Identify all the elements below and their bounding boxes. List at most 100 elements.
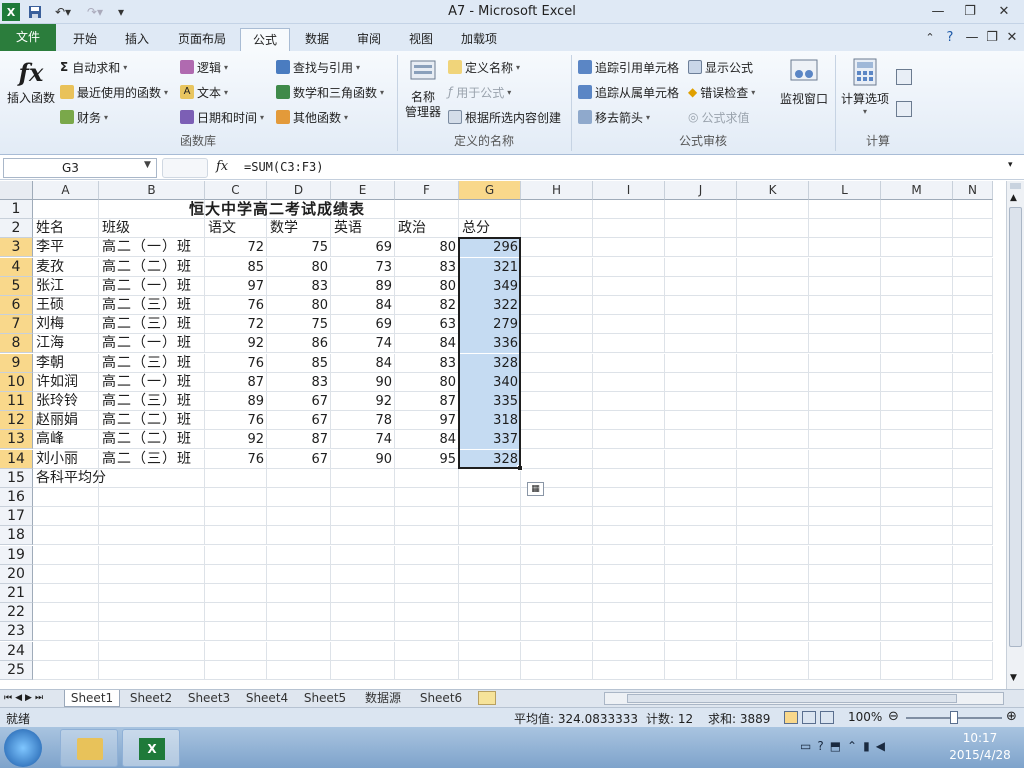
row-header-13[interactable]: 13 [0, 430, 33, 450]
tab-formulas[interactable]: 公式 [240, 28, 290, 51]
cell-d24[interactable] [267, 641, 331, 661]
calculate-sheet-icon[interactable] [896, 101, 912, 117]
autosum-button[interactable]: Σ 自动求和 ▾ [60, 57, 127, 77]
header-cell-b[interactable]: 班级 [99, 219, 205, 238]
cell-h24[interactable] [521, 641, 593, 661]
name-manager-button[interactable]: 名称 管理器 [402, 57, 444, 127]
cell-e19[interactable] [331, 545, 395, 565]
cell-c8[interactable]: 92 [205, 334, 267, 353]
cell-f25[interactable] [395, 660, 459, 680]
header-cell-a[interactable]: 姓名 [33, 219, 99, 238]
cell-j15[interactable] [665, 468, 737, 488]
page-layout-view-icon[interactable] [802, 711, 816, 724]
cell-c25[interactable] [205, 660, 267, 680]
cell-k8[interactable] [737, 334, 809, 354]
cell-b21[interactable] [99, 584, 205, 603]
cell-b7[interactable]: 高二（三）班 [99, 315, 205, 334]
scroll-thumb[interactable] [1009, 207, 1022, 647]
lookup-button[interactable]: 查找与引用 ▾ [276, 57, 360, 77]
cell-m6[interactable] [881, 296, 953, 315]
calculate-now-icon[interactable] [896, 69, 912, 85]
cell-b25[interactable] [99, 660, 205, 680]
cell-d12[interactable]: 67 [267, 411, 331, 430]
cell-e8[interactable]: 74 [331, 334, 395, 353]
cell-l2[interactable] [809, 219, 881, 239]
cell-b10[interactable]: 高二（一）班 [99, 373, 205, 392]
recent-functions-button[interactable]: 最近使用的函数 ▾ [60, 82, 168, 102]
header-cell-c[interactable]: 语文 [205, 219, 267, 238]
cell-d15[interactable] [267, 468, 331, 488]
cell-h18[interactable] [521, 526, 593, 546]
cell-e5[interactable]: 89 [331, 277, 395, 296]
cell-f15[interactable] [395, 468, 459, 488]
show-formulas-button[interactable]: 显示公式 [688, 57, 753, 77]
cell-n14[interactable] [953, 449, 993, 469]
cell-i22[interactable] [593, 603, 665, 623]
cell-a11[interactable]: 张玲铃 [33, 392, 99, 411]
cell-b16[interactable] [99, 488, 205, 507]
cell-i8[interactable] [593, 334, 665, 354]
cell-d16[interactable] [267, 488, 331, 507]
cell-j8[interactable] [665, 334, 737, 354]
cell-b8[interactable]: 高二（一）班 [99, 334, 205, 353]
column-header-c[interactable]: C [205, 181, 267, 200]
cell-n25[interactable] [953, 660, 993, 680]
cell-c4[interactable]: 85 [205, 258, 267, 277]
cell-l10[interactable] [809, 372, 881, 392]
cell-d11[interactable]: 67 [267, 392, 331, 411]
clock-date[interactable]: 2015/4/28 [940, 748, 1020, 762]
cell-k1[interactable] [737, 200, 809, 219]
cell-m15[interactable] [881, 468, 953, 488]
cell-k6[interactable] [737, 296, 809, 315]
cell-h3[interactable] [521, 238, 593, 258]
zoom-in-icon[interactable]: ⊕ [1006, 709, 1017, 724]
cell-l19[interactable] [809, 545, 881, 565]
cell-c18[interactable] [205, 526, 267, 546]
cell-c5[interactable]: 97 [205, 277, 267, 296]
cell-b11[interactable]: 高二（三）班 [99, 392, 205, 411]
cell-f24[interactable] [395, 641, 459, 661]
cell-i10[interactable] [593, 372, 665, 392]
normal-view-icon[interactable] [784, 711, 798, 724]
cell-f12[interactable]: 97 [395, 411, 459, 430]
cell-h20[interactable] [521, 564, 593, 584]
cell-a19[interactable] [33, 545, 99, 565]
cell-j11[interactable] [665, 392, 737, 411]
cell-i17[interactable] [593, 507, 665, 527]
cell-h14[interactable] [521, 449, 593, 469]
trace-dependents-button[interactable]: 追踪从属单元格 [578, 82, 679, 102]
cell-i4[interactable] [593, 257, 665, 277]
cell-j2[interactable] [665, 219, 737, 239]
cell-h2[interactable] [521, 219, 593, 239]
cell-d18[interactable] [267, 526, 331, 546]
expand-formula-bar-icon[interactable]: ▾ [1008, 160, 1013, 170]
cell-h1[interactable] [521, 200, 593, 219]
cell-f4[interactable]: 83 [395, 258, 459, 277]
cell-l17[interactable] [809, 507, 881, 527]
cell-e13[interactable]: 74 [331, 430, 395, 449]
datetime-button[interactable]: 日期和时间 ▾ [180, 107, 264, 127]
cell-l5[interactable] [809, 276, 881, 296]
cell-b23[interactable] [99, 622, 205, 642]
cell-c20[interactable] [205, 564, 267, 584]
column-header-m[interactable]: M [881, 181, 953, 200]
cell-g6[interactable]: 322 [459, 296, 521, 315]
cell-k24[interactable] [737, 641, 809, 661]
row-header-6[interactable]: 6 [0, 296, 33, 315]
cell-j5[interactable] [665, 276, 737, 296]
cell-g16[interactable] [459, 488, 521, 507]
cell-l9[interactable] [809, 353, 881, 373]
cell-h6[interactable] [521, 296, 593, 315]
cell-g4[interactable]: 321 [459, 257, 521, 277]
row-header-21[interactable]: 21 [0, 584, 33, 603]
cell-a14[interactable]: 刘小丽 [33, 450, 99, 469]
cell-g8[interactable]: 336 [459, 334, 521, 354]
cell-k14[interactable] [737, 449, 809, 469]
row-header-17[interactable]: 17 [0, 507, 33, 527]
column-header-a[interactable]: A [33, 181, 99, 200]
tab-addins[interactable]: 加载项 [450, 28, 508, 51]
sheet-nav-arrows-icon[interactable]: ⏮◀▶⏭ [4, 690, 46, 707]
cell-d20[interactable] [267, 564, 331, 584]
column-header-d[interactable]: D [267, 181, 331, 200]
cell-j13[interactable] [665, 430, 737, 450]
